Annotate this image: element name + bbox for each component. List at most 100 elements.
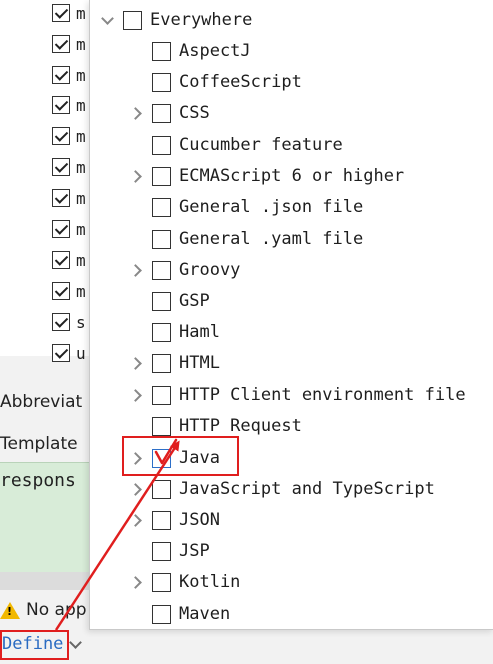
template-list-item-label: m [76, 250, 86, 270]
template-checkbox[interactable] [52, 313, 70, 331]
context-item-label: General .yaml file [179, 229, 364, 249]
context-item[interactable]: Kotlin [128, 568, 240, 596]
context-checkbox[interactable] [152, 291, 171, 311]
context-item-label: CSS [179, 103, 210, 123]
template-list-item[interactable]: m [52, 185, 86, 211]
template-checkbox[interactable] [52, 158, 70, 176]
context-item[interactable]: JavaScript and TypeScript [128, 475, 435, 503]
template-list-item[interactable]: m [52, 247, 86, 273]
chevron-down-icon[interactable] [99, 12, 115, 28]
define-row[interactable]: Define [0, 632, 83, 656]
applicable-contexts-popup: Everywhere AspectJ CoffeeScript CSS Cucumber… [89, 0, 493, 630]
context-item[interactable]: Groovy [128, 256, 240, 284]
context-checkbox[interactable] [152, 448, 171, 468]
context-checkbox[interactable] [152, 385, 171, 405]
template-list-item-label: m [76, 65, 86, 85]
template-checkbox[interactable] [52, 220, 70, 238]
template-text-content: respons [0, 470, 76, 491]
template-checkbox[interactable] [52, 35, 70, 53]
template-list-item-label: m [76, 34, 86, 54]
context-item-label: Cucumber feature [179, 135, 343, 155]
context-checkbox[interactable] [152, 72, 171, 92]
context-checkbox[interactable] [152, 197, 171, 217]
template-checkbox[interactable] [52, 4, 70, 22]
context-checkbox[interactable] [152, 416, 171, 436]
template-list-item[interactable]: m [52, 92, 86, 118]
template-list-item[interactable]: m [52, 62, 86, 88]
template-list-item[interactable]: u [52, 340, 86, 366]
template-list-item[interactable]: m [52, 0, 86, 26]
context-item[interactable]: Haml [128, 318, 220, 346]
template-list-item[interactable]: m [52, 31, 86, 57]
template-checkbox[interactable] [52, 96, 70, 114]
context-checkbox[interactable] [152, 510, 171, 530]
template-checkbox[interactable] [52, 189, 70, 207]
template-list-item-label: m [76, 281, 86, 301]
context-item[interactable]: JSP [128, 537, 210, 565]
context-item[interactable]: General .yaml file [128, 225, 363, 253]
context-checkbox[interactable] [152, 135, 171, 155]
template-list-item-label: m [76, 157, 86, 177]
context-item[interactable]: AspectJ [128, 37, 251, 65]
chevron-right-icon[interactable] [128, 574, 144, 590]
context-checkbox[interactable] [152, 604, 171, 624]
template-list-item-label: m [76, 188, 86, 208]
context-checkbox[interactable] [152, 229, 171, 249]
chevron-right-icon[interactable] [128, 512, 144, 528]
context-item-label: ECMAScript 6 or higher [179, 166, 405, 186]
context-checkbox[interactable] [152, 479, 171, 499]
context-checkbox[interactable] [123, 10, 142, 30]
warning-text: No app [26, 600, 87, 620]
context-checkbox[interactable] [152, 166, 171, 186]
abbreviation-label: Abbreviat [0, 392, 83, 412]
template-list-item[interactable]: m [52, 216, 86, 242]
template-text-label: Template [0, 434, 78, 454]
context-item[interactable]: HTTP Client environment file [128, 381, 466, 409]
template-list-item[interactable]: m [52, 278, 86, 304]
context-item[interactable]: CSS [128, 99, 210, 127]
template-checkbox[interactable] [52, 66, 70, 84]
template-checkbox[interactable] [52, 282, 70, 300]
context-item[interactable]: HTTP Request [128, 412, 302, 440]
context-item-label: Groovy [179, 260, 241, 280]
context-item[interactable]: CoffeeScript [128, 68, 302, 96]
context-checkbox[interactable] [152, 353, 171, 373]
template-checkbox[interactable] [52, 127, 70, 145]
context-item[interactable]: ECMAScript 6 or higher [128, 162, 404, 190]
template-list-item[interactable]: s [52, 309, 86, 335]
horizontal-scrollbar[interactable] [0, 572, 92, 590]
context-item[interactable]: HTML [128, 349, 220, 377]
template-checkbox[interactable] [52, 251, 70, 269]
context-item[interactable]: JSON [128, 506, 220, 534]
chevron-right-icon[interactable] [128, 387, 144, 403]
context-item-label: Maven [179, 604, 231, 624]
context-checkbox[interactable] [152, 541, 171, 561]
context-item[interactable]: Everywhere [99, 6, 252, 34]
chevron-right-icon[interactable] [128, 168, 144, 184]
chevron-right-icon[interactable] [128, 262, 144, 278]
context-item[interactable]: Cucumber feature [128, 131, 343, 159]
define-link[interactable]: Define [0, 632, 65, 656]
template-list-item[interactable]: m [52, 123, 86, 149]
context-item-label: HTML [179, 353, 220, 373]
context-item[interactable]: Maven [128, 600, 230, 628]
context-checkbox[interactable] [152, 41, 171, 61]
context-item-label: HTTP Request [179, 416, 302, 436]
chevron-down-icon[interactable] [69, 635, 83, 649]
context-item[interactable]: GSP [128, 287, 210, 315]
chevron-right-icon[interactable] [128, 105, 144, 121]
context-item-label: Everywhere [150, 10, 253, 30]
warning-icon [0, 601, 20, 619]
context-checkbox[interactable] [152, 260, 171, 280]
chevron-right-icon[interactable] [128, 450, 144, 466]
template-checkbox[interactable] [52, 344, 70, 362]
chevron-right-icon[interactable] [128, 481, 144, 497]
context-checkbox[interactable] [152, 322, 171, 342]
template-list-item[interactable]: m [52, 154, 86, 180]
context-item[interactable]: General .json file [128, 193, 363, 221]
template-list-item-label: m [76, 3, 86, 23]
context-item[interactable]: Java [128, 444, 220, 472]
context-checkbox[interactable] [152, 103, 171, 123]
chevron-right-icon[interactable] [128, 355, 144, 371]
context-checkbox[interactable] [152, 572, 171, 592]
